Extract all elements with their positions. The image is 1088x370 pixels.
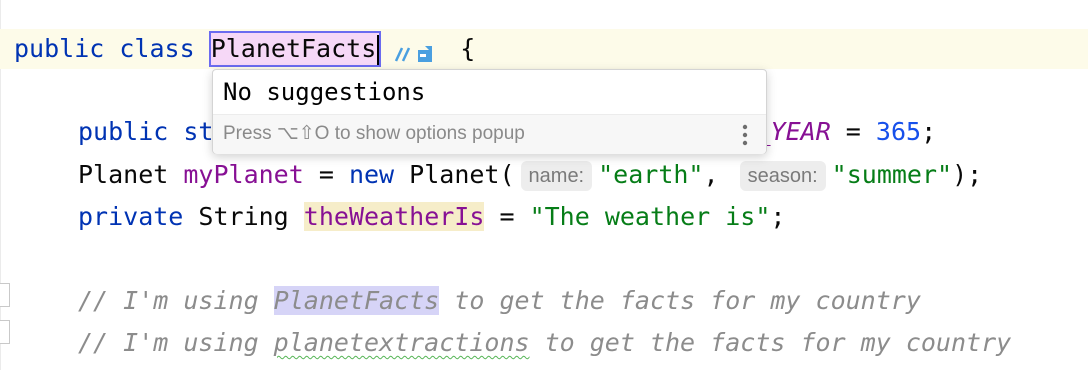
string-literal-earth: "earth": [598, 160, 704, 189]
keyword-public: public: [14, 34, 105, 63]
rename-field[interactable]: PlanetFacts: [208, 31, 382, 67]
keyword-new: new: [348, 160, 395, 189]
parameter-hint-season: season:: [739, 161, 826, 191]
no-suggestions-message: No suggestions: [223, 78, 426, 106]
equals-sign: =: [484, 202, 530, 231]
fold-marker-icon[interactable]: [0, 320, 10, 344]
fold-marker-icon[interactable]: [0, 283, 10, 307]
keyword-private: private: [78, 202, 184, 231]
close-paren: );: [952, 160, 983, 189]
comment-prefix: // I'm using: [78, 328, 274, 357]
string-literal-summer: "summer": [831, 160, 953, 189]
keyword-class: class: [119, 34, 195, 63]
semicolon: ;: [921, 117, 937, 146]
parameter-hint-name: name:: [520, 161, 593, 191]
comment-line[interactable]: // I'm using PlanetFacts to get the fact…: [78, 281, 921, 321]
equals-sign: =: [830, 117, 876, 146]
keyword-partial: st: [183, 117, 214, 146]
vertical-ellipsis-icon[interactable]: [742, 123, 748, 147]
constructor-call: Planet(: [409, 160, 515, 189]
comment-line[interactable]: // I'm using planetextractions to get th…: [78, 323, 1011, 363]
text-caret: [377, 35, 380, 65]
equals-sign: =: [303, 160, 349, 189]
class-name[interactable]: PlanetFacts: [211, 34, 377, 63]
comma: ,: [703, 160, 719, 189]
comment-suffix: to get the facts for my country: [439, 286, 921, 315]
code-line-weather[interactable]: private String theWeatherIs = "The weath…: [78, 197, 785, 237]
comment-prefix: // I'm using: [78, 286, 274, 315]
variable-name: myPlanet: [183, 160, 304, 189]
number-literal: 365: [875, 117, 922, 146]
open-brace: {: [460, 34, 476, 63]
field-name: theWeatherIs: [303, 202, 485, 231]
string-literal-weather: "The weather is": [529, 202, 771, 231]
options-popup-hint: Press ⌥⇧O to show options popup: [223, 123, 525, 144]
code-line-planet[interactable]: Planet myPlanet = new Planet(name: "earth…: [78, 155, 982, 195]
type-name: Planet: [78, 160, 169, 189]
code-line-class-declaration[interactable]: public class PlanetFacts {: [14, 29, 475, 69]
type-name: String: [198, 202, 289, 231]
comment-occurrence-highlight: PlanetFacts: [273, 286, 440, 315]
rename-suggestions-popup[interactable]: No suggestions Press ⌥⇧O to show options…: [212, 69, 767, 154]
popup-footer: Press ⌥⇧O to show options popup: [213, 114, 766, 154]
comment-suffix: to get the facts for my country: [529, 328, 1012, 357]
semicolon: ;: [770, 202, 786, 231]
keyword-public: public: [78, 117, 169, 146]
misspelled-word: planetextractions: [273, 328, 530, 357]
rename-tools-icon[interactable]: [390, 38, 446, 62]
